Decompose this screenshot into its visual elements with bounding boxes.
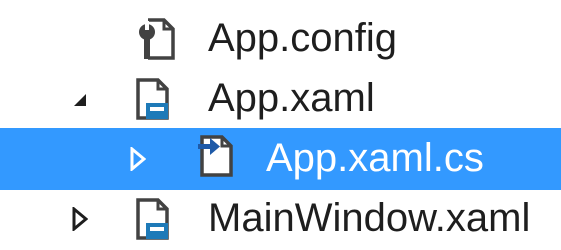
tree-item-label: App.config: [208, 16, 398, 60]
tree-item-label: App.xaml: [208, 76, 375, 120]
collapsed-triangle-icon[interactable]: [128, 147, 148, 171]
tree-item-label: MainWindow.xaml: [208, 196, 531, 240]
tree-item-app-xaml-cs[interactable]: App.xaml.cs: [0, 128, 561, 190]
xaml-file-icon: [134, 197, 174, 241]
tree-item-label: App.xaml.cs: [266, 136, 484, 180]
tree-item-app-config[interactable]: App.config: [0, 8, 561, 70]
csharp-code-behind-file-icon: [196, 134, 236, 178]
collapsed-triangle-icon[interactable]: [70, 207, 90, 231]
config-file-icon: [136, 17, 176, 61]
xaml-file-icon: [134, 77, 174, 121]
tree-item-mainwindow-xaml[interactable]: MainWindow.xaml: [0, 188, 561, 250]
expanded-triangle-icon[interactable]: [70, 88, 90, 112]
solution-explorer-tree: App.config App.xaml App.xaml.cs MainWind…: [0, 0, 561, 248]
tree-item-app-xaml[interactable]: App.xaml: [0, 68, 561, 130]
